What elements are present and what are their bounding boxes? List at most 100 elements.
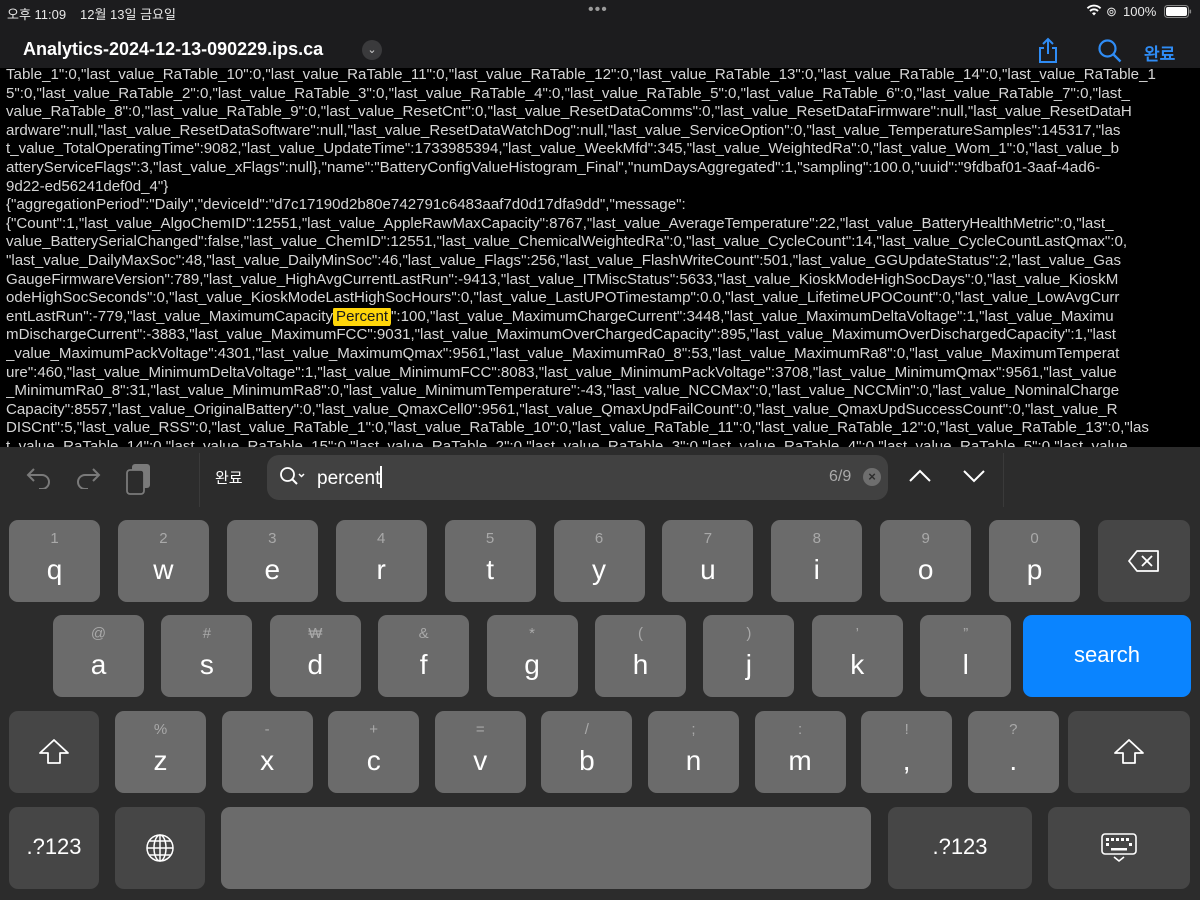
search-key[interactable]: search xyxy=(1023,615,1191,697)
match-count: 6/9 xyxy=(829,468,852,485)
app-header: 오후 11:09 12월 13일 금요일 ••• ⊚ 100% Analytic… xyxy=(0,0,1200,68)
key-c[interactable]: + c xyxy=(328,711,420,793)
key-e[interactable]: 3e xyxy=(226,520,318,602)
document-line: DISCnt":5,"last_value_RSS":0,"last_value… xyxy=(6,419,1149,437)
key-label: j xyxy=(745,649,752,680)
key-label: a xyxy=(90,649,107,680)
find-search-field[interactable]: percent 6/9 × xyxy=(267,455,888,500)
search-icon[interactable] xyxy=(1097,38,1123,69)
document-line: "last_value_DailyMaxSoc":48,"last_value_… xyxy=(6,251,1121,269)
search-options-icon[interactable] xyxy=(279,466,307,493)
key-alt-label: * xyxy=(529,625,536,642)
shift-key-right[interactable] xyxy=(1068,711,1190,793)
chevron-down-icon[interactable]: ⌄ xyxy=(362,40,382,60)
clear-search-icon[interactable]: × xyxy=(863,468,881,486)
done-button[interactable]: 완료 xyxy=(1144,40,1175,65)
key-alt-label: ₩ xyxy=(308,625,323,642)
key-.[interactable]: ?. xyxy=(967,711,1059,793)
key-p[interactable]: 0p xyxy=(989,520,1081,602)
key-alt-label: ; xyxy=(691,721,696,738)
previous-match-icon[interactable] xyxy=(908,468,932,489)
numbers-key-label: .?123 xyxy=(932,834,988,859)
key-o[interactable]: 9o xyxy=(880,520,972,602)
numbers-key-right[interactable]: .?123 xyxy=(888,807,1032,889)
key-t[interactable]: 5t xyxy=(444,520,536,602)
line-text: entLastRun":-779,"last_value_MaximumCapa… xyxy=(6,307,334,325)
share-icon[interactable] xyxy=(1037,37,1059,69)
document-line: _value_MaximumPackVoltage":4301,"last_va… xyxy=(6,344,1120,362)
key-j[interactable]: ) j xyxy=(703,615,795,697)
key-label: y xyxy=(592,554,606,585)
key-alt-label: 8 xyxy=(812,530,821,547)
document-line: t_value_TotalOperatingTime":9082,"last_v… xyxy=(6,140,1120,158)
key-u[interactable]: 7u xyxy=(662,520,754,602)
key-alt-label: & xyxy=(418,625,429,642)
space-bar[interactable] xyxy=(221,807,871,889)
find-done-button[interactable]: 완료 xyxy=(215,467,243,488)
key-m[interactable]: :m xyxy=(754,711,846,793)
key-alt-label: 5 xyxy=(485,530,495,547)
key-k[interactable]: ’ k xyxy=(811,615,903,697)
key-l[interactable]: ” l xyxy=(920,615,1012,697)
document-title[interactable]: Analytics-2024-12-13-090229.ips.ca xyxy=(23,39,323,60)
key-label: c xyxy=(366,745,381,776)
document-line: _MinimumRa0_8":31,"last_value_MinimumRa8… xyxy=(6,382,1120,400)
key-,[interactable]: !, xyxy=(861,711,953,793)
key-x[interactable]: -x xyxy=(221,711,313,793)
key-i[interactable]: 8i xyxy=(771,520,863,602)
undo-icon[interactable] xyxy=(26,467,52,494)
dismiss-keyboard-key[interactable] xyxy=(1048,807,1190,889)
key-label: s xyxy=(199,649,214,680)
document-line: value_BatterySerialChanged":false,"last_… xyxy=(6,233,1128,251)
key-g[interactable]: * g xyxy=(486,615,578,697)
find-input[interactable]: percent xyxy=(317,466,383,490)
numbers-key-left[interactable]: .?123 xyxy=(9,807,99,889)
key-label: l xyxy=(962,649,969,680)
toolbar-divider xyxy=(199,453,200,507)
document-line: Table_1":0,"last_value_RaTable_10":0,"la… xyxy=(6,68,1156,83)
key-r[interactable]: 4r xyxy=(335,520,427,602)
document-line: ardware":null,"last_value_ResetDataSoftw… xyxy=(6,121,1121,139)
key-alt-label: 3 xyxy=(268,530,277,547)
status-date: 12월 13일 금요일 xyxy=(80,7,176,22)
multitask-dots[interactable]: ••• xyxy=(588,1,608,19)
key-b[interactable]: / b xyxy=(541,711,633,793)
key-s[interactable]: # s xyxy=(161,615,253,697)
document-line: odeHighSocSeconds":0,"last_value_KioskMo… xyxy=(6,289,1120,307)
globe-key[interactable] xyxy=(115,807,205,889)
next-match-icon[interactable] xyxy=(962,468,986,489)
document-line: {"Count":1,"last_value_AlgoChemID":12551… xyxy=(6,214,1114,232)
delete-key[interactable] xyxy=(1098,520,1190,602)
key-alt-label: + xyxy=(369,721,379,738)
redo-icon[interactable] xyxy=(75,467,101,494)
key-f[interactable]: & f xyxy=(378,615,470,697)
document-text-view[interactable]: Table_1":0,"last_value_RaTable_10":0,"la… xyxy=(0,68,1200,447)
key-alt-label: ? xyxy=(1009,721,1018,738)
status-time: 오후 11:09 xyxy=(7,7,67,22)
document-line: entLastRun":-779,"last_value_MaximumCapa… xyxy=(6,307,1194,327)
key-label: p xyxy=(1026,554,1043,585)
key-alt-label: @ xyxy=(90,625,107,642)
key-alt-label: / xyxy=(584,721,589,738)
document-line: atteryServiceFlags":3,"last_value_xFlags… xyxy=(6,158,1101,176)
key-z[interactable]: % z xyxy=(115,711,206,793)
find-toolbar: 완료 percent 6/9 × xyxy=(0,447,1200,509)
search-match-highlight: Percent xyxy=(333,307,392,327)
key-alt-label: % xyxy=(153,721,168,738)
key-label: i xyxy=(813,554,820,585)
key-label: u xyxy=(700,554,716,585)
key-w[interactable]: 2w xyxy=(117,520,209,602)
key-d[interactable]: ₩ d xyxy=(269,615,361,697)
key-alt-label: ) xyxy=(746,625,752,642)
search-key-label: search xyxy=(1073,642,1141,667)
shift-key-left[interactable] xyxy=(9,711,99,793)
key-q[interactable]: 1q xyxy=(9,520,100,602)
key-h[interactable]: (h xyxy=(595,615,686,697)
key-y[interactable]: 6y xyxy=(553,520,645,602)
paste-icon[interactable] xyxy=(126,463,152,500)
key-v[interactable]: = v xyxy=(434,711,526,793)
key-a[interactable]: @ a xyxy=(53,615,144,697)
key-n[interactable]: ; n xyxy=(648,711,739,793)
document-line: 5":0,"last_value_RaTable_2":0,"last_valu… xyxy=(6,84,1130,102)
wifi-icon xyxy=(1086,4,1102,19)
